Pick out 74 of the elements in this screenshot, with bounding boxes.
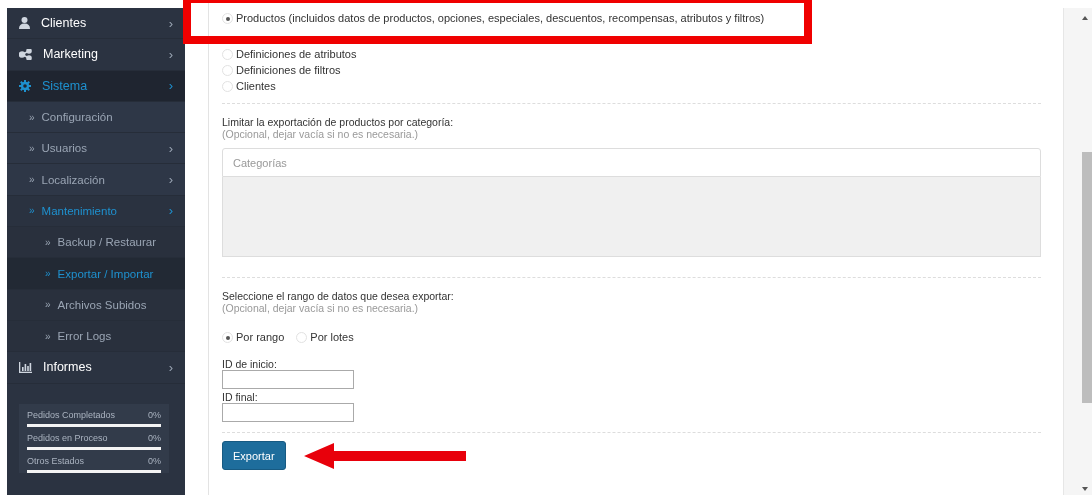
- sidebar-item[interactable]: » Localización ›: [7, 164, 185, 196]
- sidebar-item[interactable]: Clientes ›: [7, 8, 185, 40]
- sidebar-item[interactable]: » Backup / Restaurar: [7, 227, 185, 259]
- radio-label: Productos (incluidos datos de productos, opciones, especiales, descuentos, recompensas, atributos y filtros): [236, 11, 765, 26]
- radio-button[interactable]: [222, 332, 233, 343]
- scroll-up-icon[interactable]: [1082, 16, 1088, 20]
- menu-label: Usuarios: [41, 142, 88, 155]
- radio-button[interactable]: [222, 65, 233, 76]
- chevron-icon: ›: [168, 15, 173, 31]
- stat-percent: 0%: [148, 409, 161, 420]
- radio-label: Clientes: [236, 79, 276, 94]
- sidebar-item[interactable]: Informes ›: [7, 352, 185, 384]
- double-chevron-icon: »: [45, 236, 51, 248]
- sidebar-item[interactable]: » Error Logs: [7, 320, 185, 353]
- sidebar-item[interactable]: » Configuración: [7, 101, 185, 134]
- bar-chart-icon: [19, 361, 32, 373]
- chevron-icon: ›: [168, 359, 173, 375]
- menu-label: Informes: [43, 360, 93, 375]
- radio-label: Definiciones de filtros: [236, 63, 341, 78]
- menu-label: Mantenimiento: [41, 204, 118, 217]
- sidebar-item[interactable]: Sistema ›: [7, 70, 185, 102]
- chevron-icon: ›: [168, 78, 173, 94]
- export-button[interactable]: Exportar: [222, 441, 286, 470]
- stat-label: Otros Estados: [27, 455, 85, 466]
- double-chevron-icon: »: [45, 330, 51, 342]
- category-input[interactable]: Categorías: [222, 148, 1041, 177]
- gear-icon: [19, 79, 31, 92]
- double-chevron-icon: »: [29, 174, 35, 186]
- chevron-icon: ›: [168, 140, 173, 156]
- double-chevron-icon: »: [29, 111, 35, 123]
- menu-label: Sistema: [42, 78, 89, 93]
- menu-label: Localización: [41, 173, 106, 186]
- radio-button[interactable]: [296, 332, 308, 343]
- sidebar-item[interactable]: Marketing ›: [7, 39, 185, 71]
- double-chevron-icon: »: [29, 205, 35, 217]
- menu-label: Marketing: [43, 47, 99, 62]
- radio-label: Por lotes: [310, 330, 354, 345]
- sidebar-item[interactable]: » Exportar / Importar: [7, 258, 185, 290]
- scroll-thumb[interactable]: [1082, 152, 1092, 403]
- radio-label: Definiciones de atributos: [236, 47, 357, 62]
- radio-button[interactable]: [222, 49, 233, 60]
- sidebar-item[interactable]: » Archivos Subidos: [7, 289, 185, 321]
- field-label: ID final:: [222, 391, 259, 403]
- hint-text: (Opcional, dejar vacía si no es necesaria.): [222, 302, 420, 314]
- id-input[interactable]: [222, 403, 354, 422]
- menu-label: Configuración: [41, 111, 114, 124]
- user-icon: [19, 17, 30, 30]
- scroll-down-icon[interactable]: [1082, 487, 1088, 491]
- stat-label: Pedidos Completados: [27, 409, 116, 420]
- radio-button[interactable]: [222, 13, 233, 24]
- double-chevron-icon: »: [45, 299, 51, 311]
- stat-percent: 0%: [148, 432, 161, 443]
- stat-percent: 0%: [148, 455, 161, 466]
- menu-label: Clientes: [41, 16, 88, 31]
- menu-label: Backup / Restaurar: [57, 236, 157, 249]
- stat-label: Pedidos en Proceso: [27, 432, 108, 443]
- double-chevron-icon: »: [45, 268, 51, 279]
- double-chevron-icon: »: [29, 142, 35, 154]
- chevron-icon: ›: [168, 172, 173, 188]
- field-label: ID de inicio:: [222, 358, 278, 370]
- radio-button[interactable]: [222, 81, 233, 92]
- menu-label: Archivos Subidos: [57, 298, 148, 311]
- chevron-icon: ›: [168, 46, 173, 62]
- menu-label: Exportar / Importar: [57, 267, 155, 280]
- share-icon: [19, 48, 32, 60]
- field-label: Limitar la exportación de productos por categoría:: [222, 116, 455, 128]
- id-input[interactable]: [222, 370, 354, 389]
- field-label: Seleccione el rango de datos que desea exportar:: [222, 290, 455, 302]
- radio-label: Por rango: [236, 330, 285, 345]
- sidebar-item[interactable]: » Usuarios ›: [7, 133, 185, 165]
- chevron-icon: ›: [168, 203, 173, 219]
- hint-text: (Opcional, dejar vacía si no es necesaria.): [222, 128, 420, 140]
- scrollbar[interactable]: [1063, 8, 1092, 495]
- menu-label: Error Logs: [57, 330, 113, 343]
